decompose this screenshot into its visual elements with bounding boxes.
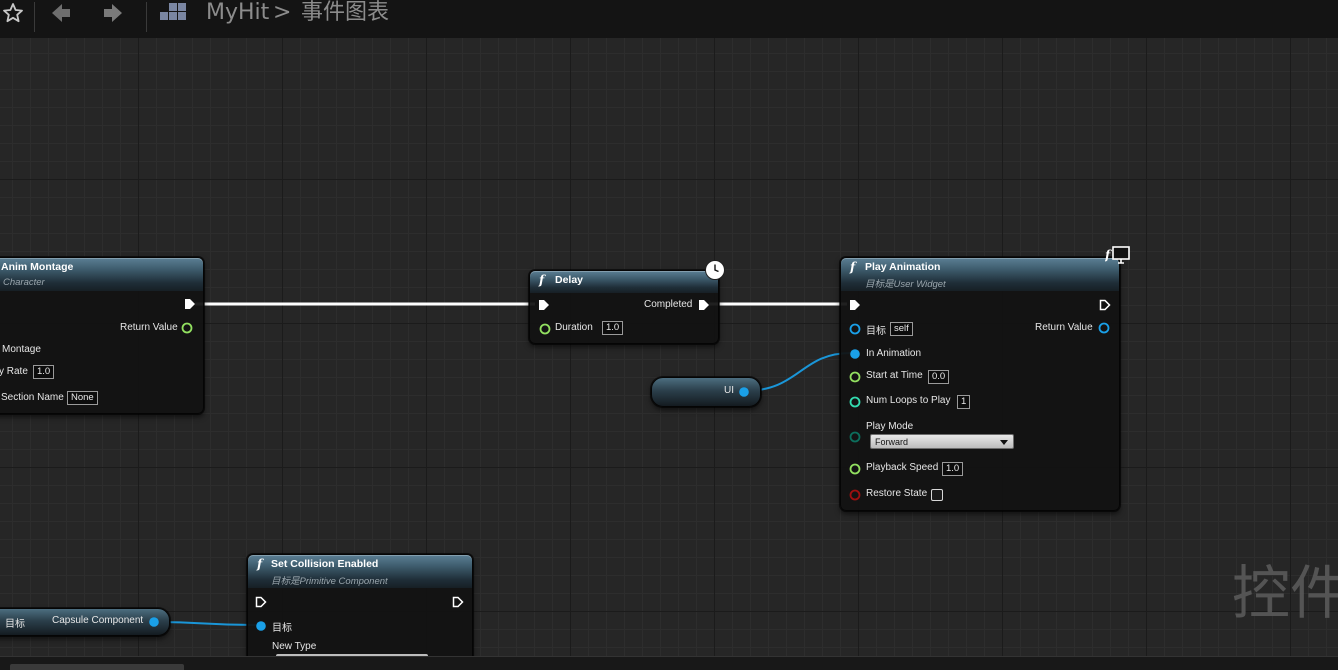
exec-out-pin[interactable] xyxy=(1099,299,1111,311)
node-title: Play Animation xyxy=(865,261,941,273)
back-arrow-icon[interactable] xyxy=(46,0,76,26)
node-title: Set Collision Enabled xyxy=(271,558,379,570)
function-icon: f xyxy=(850,260,856,274)
return-value-pin[interactable] xyxy=(181,322,193,334)
node-title: Anim Montage xyxy=(1,261,74,273)
breadcrumb-current: 事件图表 xyxy=(301,0,390,25)
num-loops-label: Num Loops to Play xyxy=(866,395,951,406)
exec-in-pin[interactable] xyxy=(255,596,267,608)
graph-grid-icon xyxy=(158,0,188,26)
node-subtitle: Character xyxy=(3,277,45,288)
start-time-label: Start at Time xyxy=(866,370,923,381)
widget-function-icon: f xyxy=(1104,246,1131,270)
set-collision-enabled-node[interactable]: f Set Collision Enabled 目标是Primitive Com… xyxy=(247,554,473,668)
play-anim-montage-node[interactable]: Anim Montage Character Return Value Mont… xyxy=(0,257,204,414)
blueprint-editor: MyHit > 事件图表 Anim Montage Character Retu… xyxy=(0,0,1338,670)
play-mode-pin[interactable] xyxy=(849,431,861,443)
latent-clock-icon xyxy=(705,260,725,280)
play-mode-dropdown[interactable]: Forward xyxy=(870,434,1014,449)
capsule-component-pin[interactable] xyxy=(148,616,160,628)
target-label: 目标 xyxy=(272,623,292,634)
capsule-component-label: Capsule Component xyxy=(52,615,144,626)
return-value-label: Return Value xyxy=(120,322,178,333)
start-time-pin[interactable] xyxy=(849,371,861,383)
restore-state-label: Restore State xyxy=(866,488,928,499)
node-subtitle: 目标是User Widget xyxy=(865,279,946,290)
bottom-panel-tab[interactable] xyxy=(10,664,184,670)
in-animation-pin[interactable] xyxy=(849,348,861,360)
completed-exec-pin[interactable] xyxy=(698,299,710,311)
breadcrumb-root[interactable]: MyHit xyxy=(206,0,269,26)
breadcrumb-separator: > xyxy=(273,0,292,25)
delay-node[interactable]: f Delay Completed Duration 1.0 xyxy=(529,270,719,344)
function-icon: f xyxy=(539,273,545,287)
exec-in-pin[interactable] xyxy=(849,299,861,311)
duration-pin[interactable] xyxy=(539,323,551,335)
playback-speed-input[interactable]: 1.0 xyxy=(942,462,964,476)
restore-state-pin[interactable] xyxy=(849,489,861,501)
toolbar-separator xyxy=(34,2,35,32)
target-pin[interactable] xyxy=(849,323,861,335)
num-loops-pin[interactable] xyxy=(849,396,861,408)
return-value-pin[interactable] xyxy=(1098,322,1110,334)
svg-text:f: f xyxy=(1105,248,1112,262)
graph-watermark: 控件 xyxy=(1232,559,1338,627)
restore-state-checkbox[interactable] xyxy=(931,489,943,501)
new-type-label: New Type xyxy=(272,641,317,652)
star-icon[interactable] xyxy=(0,0,28,26)
section-name-input[interactable]: None xyxy=(67,391,98,405)
duration-input[interactable]: 1.0 xyxy=(602,321,624,335)
play-animation-node[interactable]: f Play Animation 目标是User Widget 目标 self … xyxy=(840,257,1120,511)
completed-label: Completed xyxy=(644,299,693,310)
exec-out-pin[interactable] xyxy=(452,596,464,608)
num-loops-input[interactable]: 1 xyxy=(957,395,971,409)
ui-variable-label: UI xyxy=(724,385,734,396)
playback-speed-pin[interactable] xyxy=(849,463,861,475)
start-time-input[interactable]: 0.0 xyxy=(928,370,950,384)
ui-variable-node[interactable]: UI xyxy=(651,377,761,407)
toolbar: MyHit > 事件图表 xyxy=(0,0,1338,39)
play-rate-input[interactable]: 1.0 xyxy=(33,365,55,379)
target-label: 目标 xyxy=(866,326,886,337)
capsule-target-prefix: 目标 xyxy=(5,619,25,630)
exec-in-pin[interactable] xyxy=(538,299,550,311)
exec-out-pin[interactable] xyxy=(184,298,196,310)
return-value-label: Return Value xyxy=(1035,322,1093,333)
section-name-label: Section Name xyxy=(1,392,64,403)
node-subtitle: 目标是Primitive Component xyxy=(271,576,388,587)
capsule-component-variable-node[interactable]: 目标 Capsule Component xyxy=(0,608,170,636)
target-input[interactable]: self xyxy=(890,322,913,336)
playback-speed-label: Playback Speed xyxy=(866,462,939,473)
node-title: Delay xyxy=(555,274,584,286)
toolbar-separator xyxy=(146,2,147,32)
montage-label: Montage xyxy=(2,344,41,355)
duration-label: Duration xyxy=(555,322,593,333)
function-icon: f xyxy=(257,557,263,571)
play-rate-label: y Rate xyxy=(0,366,28,377)
in-animation-label: In Animation xyxy=(866,348,922,359)
play-mode-value: Forward xyxy=(875,437,909,447)
bottom-panel-bar xyxy=(0,656,1338,670)
forward-arrow-icon[interactable] xyxy=(98,0,128,26)
chevron-down-icon xyxy=(1000,440,1008,445)
ui-variable-pin[interactable] xyxy=(738,386,750,398)
play-mode-label: Play Mode xyxy=(866,421,914,432)
target-pin[interactable] xyxy=(255,620,267,632)
